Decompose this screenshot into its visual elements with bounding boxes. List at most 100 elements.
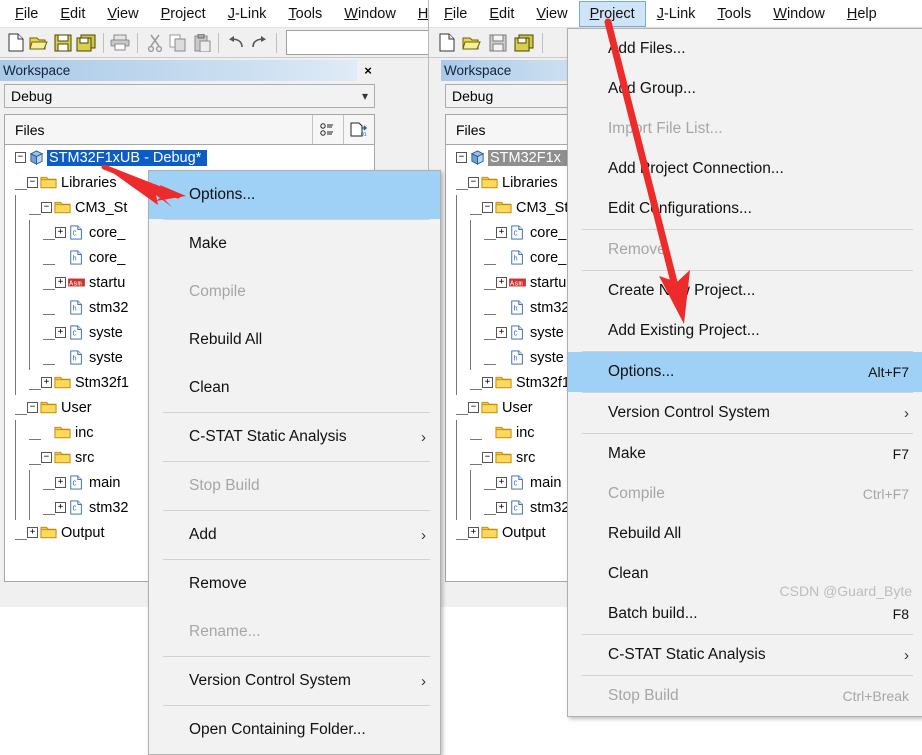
configuration-select[interactable]: Debug: [445, 84, 572, 108]
tree-row[interactable]: + Cstm32: [446, 495, 571, 520]
menu-item-c-stat-static-analysis[interactable]: C-STAT Static Analysis ›: [568, 635, 922, 675]
tree-row[interactable]: h stm32: [446, 295, 571, 320]
tree-expander[interactable]: −: [27, 402, 38, 413]
menu-item-create-new-project[interactable]: Create New Project...: [568, 271, 922, 311]
menubar-item-window[interactable]: Window: [333, 1, 407, 27]
menu-item-rebuild-all[interactable]: Rebuild All: [568, 514, 922, 554]
menu-item-batch-build[interactable]: Batch build... F8: [568, 594, 922, 634]
menu-item-options[interactable]: Options... Alt+F7: [568, 352, 922, 392]
menu-item-c-stat-static-analysis[interactable]: C-STAT Static Analysis ›: [149, 413, 440, 461]
menu-item-add-files[interactable]: Add Files...: [568, 29, 922, 69]
tree-expander[interactable]: −: [456, 152, 467, 163]
menu-item-rebuild-all[interactable]: Rebuild All: [149, 316, 440, 364]
project-context-menu[interactable]: Options... Make Compile Rebuild All Clean C-S…: [148, 170, 441, 755]
tree-row[interactable]: − Libraries: [446, 170, 571, 195]
tree-expander[interactable]: +: [496, 502, 507, 513]
tree-expander[interactable]: −: [27, 177, 38, 188]
menu-item-make[interactable]: Make F7: [568, 434, 922, 474]
tree-row-root[interactable]: − STM32F1xUB - Debug*: [5, 145, 374, 170]
tree-expander[interactable]: +: [496, 327, 507, 338]
cut-icon[interactable]: [143, 30, 166, 55]
save-icon[interactable]: [485, 30, 511, 55]
tree-row[interactable]: + Stm32f1: [446, 370, 571, 395]
close-icon[interactable]: ×: [357, 60, 379, 81]
save-all-icon[interactable]: [511, 30, 537, 55]
menubar-item-edit[interactable]: Edit: [478, 1, 525, 27]
tree-expander[interactable]: +: [482, 377, 493, 388]
tree-expander[interactable]: +: [55, 477, 66, 488]
menubar-item-project[interactable]: Project: [150, 1, 217, 27]
tree-row[interactable]: − User: [446, 395, 571, 420]
menu-item-options[interactable]: Options...: [149, 171, 440, 219]
tree-row[interactable]: inc: [446, 420, 571, 445]
menu-item-edit-configurations[interactable]: Edit Configurations...: [568, 189, 922, 229]
menu-item-add[interactable]: Add ›: [149, 511, 440, 559]
tree-expander[interactable]: +: [27, 527, 38, 538]
tree-row[interactable]: − src: [446, 445, 571, 470]
menubar-item-view[interactable]: View: [96, 1, 149, 27]
menubar-item-project[interactable]: Project: [578, 0, 646, 27]
menu-item-version-control-system[interactable]: Version Control System ›: [568, 393, 922, 433]
export-icon[interactable]: 01: [343, 115, 374, 144]
tree-expander[interactable]: +: [496, 477, 507, 488]
tree-expander[interactable]: +: [496, 227, 507, 238]
menubar-item-tools[interactable]: Tools: [706, 1, 762, 27]
tree-expander[interactable]: −: [468, 177, 479, 188]
tree-expander[interactable]: +: [468, 527, 479, 538]
menubar-item-edit[interactable]: Edit: [49, 1, 96, 27]
save-icon[interactable]: [51, 30, 74, 55]
tree-row[interactable]: + Output: [446, 520, 571, 545]
menubar-item-window[interactable]: Window: [762, 1, 836, 27]
tree-expander[interactable]: +: [55, 327, 66, 338]
menu-item-add-project-connection[interactable]: Add Project Connection...: [568, 149, 922, 189]
tree-row-root[interactable]: − STM32F1x: [446, 145, 571, 170]
menubar-item-help[interactable]: Help: [836, 1, 888, 27]
open-folder-icon[interactable]: [27, 30, 50, 55]
paste-icon[interactable]: [190, 30, 213, 55]
menu-item-version-control-system[interactable]: Version Control System ›: [149, 657, 440, 705]
new-file-icon[interactable]: [4, 30, 27, 55]
tree-row[interactable]: h core_: [446, 245, 571, 270]
tree-expander[interactable]: −: [468, 402, 479, 413]
tree-row[interactable]: − CM3_St: [446, 195, 571, 220]
tree-row[interactable]: + Csyste: [446, 320, 571, 345]
tree-expander[interactable]: −: [482, 202, 493, 213]
print-icon[interactable]: [109, 30, 132, 55]
configuration-select[interactable]: Debug ▾: [4, 84, 375, 108]
menu-item-add-existing-project[interactable]: Add Existing Project...: [568, 311, 922, 351]
tree-row[interactable]: + Asm startu: [446, 270, 571, 295]
tree-expander[interactable]: +: [41, 377, 52, 388]
menu-item-make[interactable]: Make: [149, 220, 440, 268]
menubar-item-j-link[interactable]: J-Link: [646, 1, 707, 27]
menubar-item-view[interactable]: View: [525, 1, 578, 27]
tree-expander[interactable]: −: [15, 152, 26, 163]
menu-item-add-group[interactable]: Add Group...: [568, 69, 922, 109]
tree-row[interactable]: + Ccore_: [446, 220, 571, 245]
menubar-item-j-link[interactable]: J-Link: [217, 1, 278, 27]
new-file-icon[interactable]: [433, 30, 459, 55]
menubar-item-file[interactable]: File: [4, 1, 49, 27]
tree-expander[interactable]: +: [55, 277, 66, 288]
menu-item-remove[interactable]: Remove: [149, 560, 440, 608]
overview-icon[interactable]: [312, 115, 343, 144]
copy-icon[interactable]: [166, 30, 189, 55]
tree-row[interactable]: h syste: [446, 345, 571, 370]
menu-item-clean[interactable]: Clean: [149, 364, 440, 412]
undo-icon[interactable]: [224, 30, 247, 55]
tree-expander[interactable]: −: [482, 452, 493, 463]
menubar-item-tools[interactable]: Tools: [277, 1, 333, 27]
tree-expander[interactable]: +: [55, 227, 66, 238]
tree-row[interactable]: + Cmain: [446, 470, 571, 495]
redo-icon[interactable]: [248, 30, 271, 55]
project-tree-right[interactable]: − STM32F1x − Libraries − CM3_St + Ccore_ h core_ +…: [445, 144, 572, 582]
tree-expander[interactable]: −: [41, 452, 52, 463]
project-dropdown-menu[interactable]: Add Files... Add Group... Import File List…: [567, 28, 922, 717]
menubar-item-file[interactable]: File: [433, 1, 478, 27]
tree-expander[interactable]: +: [496, 277, 507, 288]
save-all-icon[interactable]: [74, 30, 97, 55]
open-folder-icon[interactable]: [459, 30, 485, 55]
tree-expander[interactable]: −: [41, 202, 52, 213]
menu-item-open-containing-folder[interactable]: Open Containing Folder...: [149, 706, 440, 754]
toolbar-search-input[interactable]: [286, 30, 442, 55]
tree-expander[interactable]: +: [55, 502, 66, 513]
